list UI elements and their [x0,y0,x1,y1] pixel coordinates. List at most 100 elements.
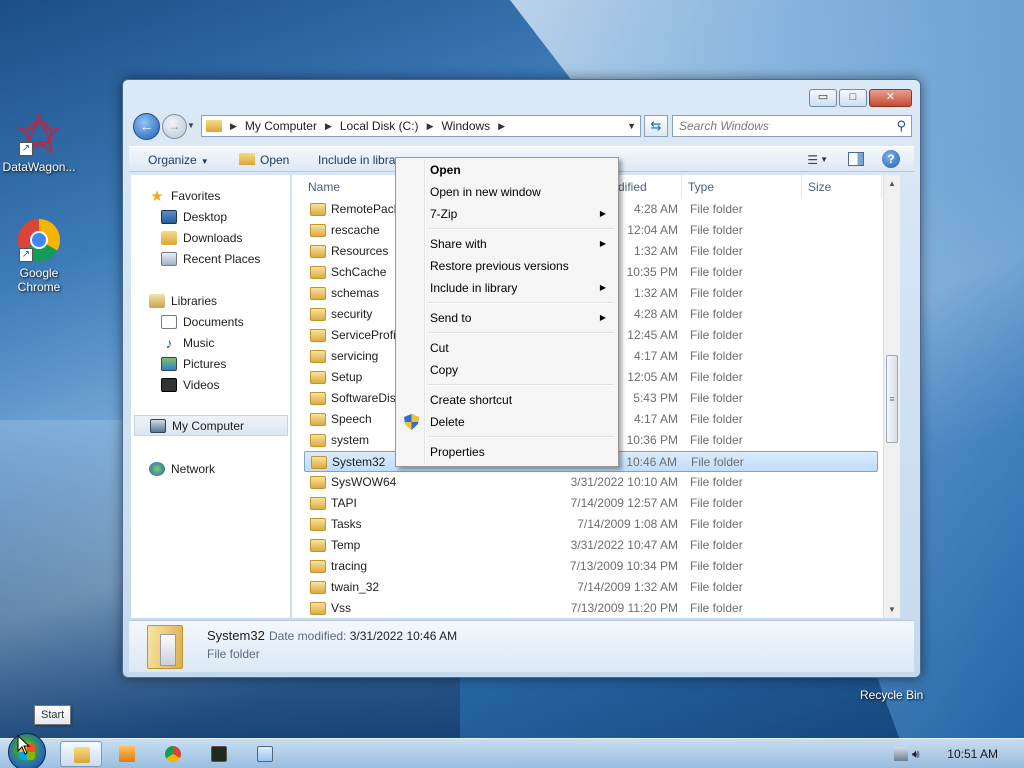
file-type: File folder [690,475,743,489]
file-date: 7/14/2009 1:32 AM [577,580,678,594]
address-dropdown-icon[interactable]: ▼ [627,121,636,131]
nav-label: Desktop [183,209,228,224]
datawagon-icon: ↗ [16,112,62,156]
taskbar-explorer-button[interactable] [60,741,102,767]
column-header-date-modified[interactable]: dified [612,175,682,199]
chevron-right-icon[interactable]: ▶ [498,121,505,132]
table-row[interactable]: SysWOW64 3/31/2022 10:10 AM File folder [304,472,878,493]
menu-item-properties[interactable]: Properties [398,441,616,463]
nav-my-computer[interactable]: My Computer [134,415,288,436]
file-name: SoftwareDist [331,391,400,405]
folder-icon [310,497,326,510]
menu-item-delete[interactable]: Delete [398,411,616,433]
chevron-down-icon[interactable]: ▼ [820,155,828,164]
change-view-icon[interactable]: ☰ [807,153,818,167]
nav-libraries[interactable]: Libraries [149,290,217,311]
menu-item-send-to[interactable]: Send to ▶ [398,307,616,329]
file-type: File folder [690,265,743,279]
file-name: ServiceProfile [331,328,406,342]
breadcrumb-windows[interactable]: Windows [441,119,490,133]
recent-pages-dropdown[interactable]: ▼ [187,121,195,130]
taskbar-notepad-button[interactable] [244,741,286,767]
column-header-type[interactable]: Type [682,175,802,199]
breadcrumb-my-computer[interactable]: My Computer [245,119,317,133]
folder-icon [310,413,326,426]
close-button[interactable]: ✕ [869,89,912,107]
file-name: System32 [332,455,386,469]
vertical-scrollbar[interactable]: ▲ ≡ ▼ [883,175,900,618]
chevron-right-icon[interactable]: ▶ [230,121,237,132]
back-button[interactable]: ← [133,113,160,140]
include-in-library-button[interactable]: Include in libra [318,153,395,167]
downloads-icon [161,230,177,245]
chevron-right-icon[interactable]: ▶ [325,121,332,132]
chevron-down-icon: ▼ [200,157,209,166]
menu-item-restore-previous-versions[interactable]: Restore previous versions [398,255,616,277]
file-date: 10:36 PM [626,433,678,447]
nav-recent-places[interactable]: Recent Places [161,248,260,269]
table-row[interactable]: twain_32 7/14/2009 1:32 AM File folder [304,577,878,598]
desktop-icon-recycle-bin[interactable]: Recycle Bin [860,688,923,702]
table-row[interactable]: Temp 3/31/2022 10:47 AM File folder [304,535,878,556]
nav-downloads[interactable]: Downloads [161,227,242,248]
desktop-icon-datawagon[interactable]: ↗ DataWagon... [0,112,78,174]
minimize-button[interactable]: ▭ [809,89,837,107]
breadcrumb-local-disk[interactable]: Local Disk (C:) [340,119,419,133]
file-type: File folder [690,412,743,426]
submenu-arrow-icon: ▶ [599,283,606,292]
menu-item-include-in-library[interactable]: Include in library ▶ [398,277,616,299]
nav-network[interactable]: Network [149,458,215,479]
file-date: 3/31/2022 10:47 AM [570,538,678,552]
file-name: SchCache [331,265,387,279]
file-date: 12:45 AM [627,328,678,342]
column-header-size[interactable]: Size [802,175,882,199]
network-tray-icon[interactable] [894,747,908,761]
file-type: File folder [690,517,743,531]
taskbar-terminal-button[interactable] [198,741,240,767]
menu-item-label: Include in library [430,281,518,295]
taskbar-chrome-button[interactable] [152,741,194,767]
taskbar-media-player-button[interactable] [106,741,148,767]
details-file-type: File folder [207,647,260,661]
nav-pictures[interactable]: Pictures [161,353,226,374]
scroll-up-icon[interactable]: ▲ [884,175,900,192]
explorer-icon [74,747,90,763]
menu-item-cut[interactable]: Cut [398,337,616,359]
file-date: 7/14/2009 12:57 AM [570,496,678,510]
clock[interactable]: 10:51 AM [947,747,998,761]
nav-label: Libraries [171,293,218,308]
refresh-button[interactable]: ⇆ [644,115,668,137]
folder-icon [310,371,326,384]
maximize-button[interactable]: □ [839,89,867,107]
nav-videos[interactable]: Videos [161,374,219,395]
desktop-icon-google-chrome[interactable]: ↗ Google Chrome [0,218,78,294]
search-icon[interactable]: ⚲ [896,118,906,134]
scroll-down-icon[interactable]: ▼ [884,601,900,618]
preview-pane-icon[interactable] [848,152,864,166]
terminal-icon [211,746,227,762]
menu-item-open-new-window[interactable]: Open in new window [398,181,616,203]
nav-music[interactable]: ♪ Music [161,332,215,353]
file-date: 7/13/2009 11:20 PM [570,601,678,615]
volume-icon[interactable]: 🔊︎ [912,747,926,761]
menu-item-create-shortcut[interactable]: Create shortcut [398,389,616,411]
chevron-right-icon[interactable]: ▶ [427,121,434,132]
address-bar[interactable]: ▶ My Computer ▶ Local Disk (C:) ▶ Window… [201,115,641,137]
menu-item-copy[interactable]: Copy [398,359,616,381]
nav-desktop[interactable]: Desktop [161,206,227,227]
forward-button[interactable]: → [162,114,187,139]
nav-documents[interactable]: Documents [161,311,244,332]
menu-item-7zip[interactable]: 7-Zip ▶ [398,203,616,225]
open-button[interactable]: Open [239,153,289,167]
nav-favorites[interactable]: ★ Favorites [149,185,220,206]
table-row[interactable]: Vss 7/13/2009 11:20 PM File folder [304,598,878,618]
help-icon[interactable]: ? [882,150,900,168]
table-row[interactable]: tracing 7/13/2009 10:34 PM File folder [304,556,878,577]
table-row[interactable]: TAPI 7/14/2009 12:57 AM File folder [304,493,878,514]
table-row[interactable]: Tasks 7/14/2009 1:08 AM File folder [304,514,878,535]
organize-button[interactable]: Organize ▼ [148,153,209,167]
search-input[interactable]: Search Windows ⚲ [672,115,912,137]
menu-item-open[interactable]: Open [398,159,616,181]
scroll-thumb[interactable]: ≡ [886,355,898,443]
menu-item-share-with[interactable]: Share with ▶ [398,233,616,255]
